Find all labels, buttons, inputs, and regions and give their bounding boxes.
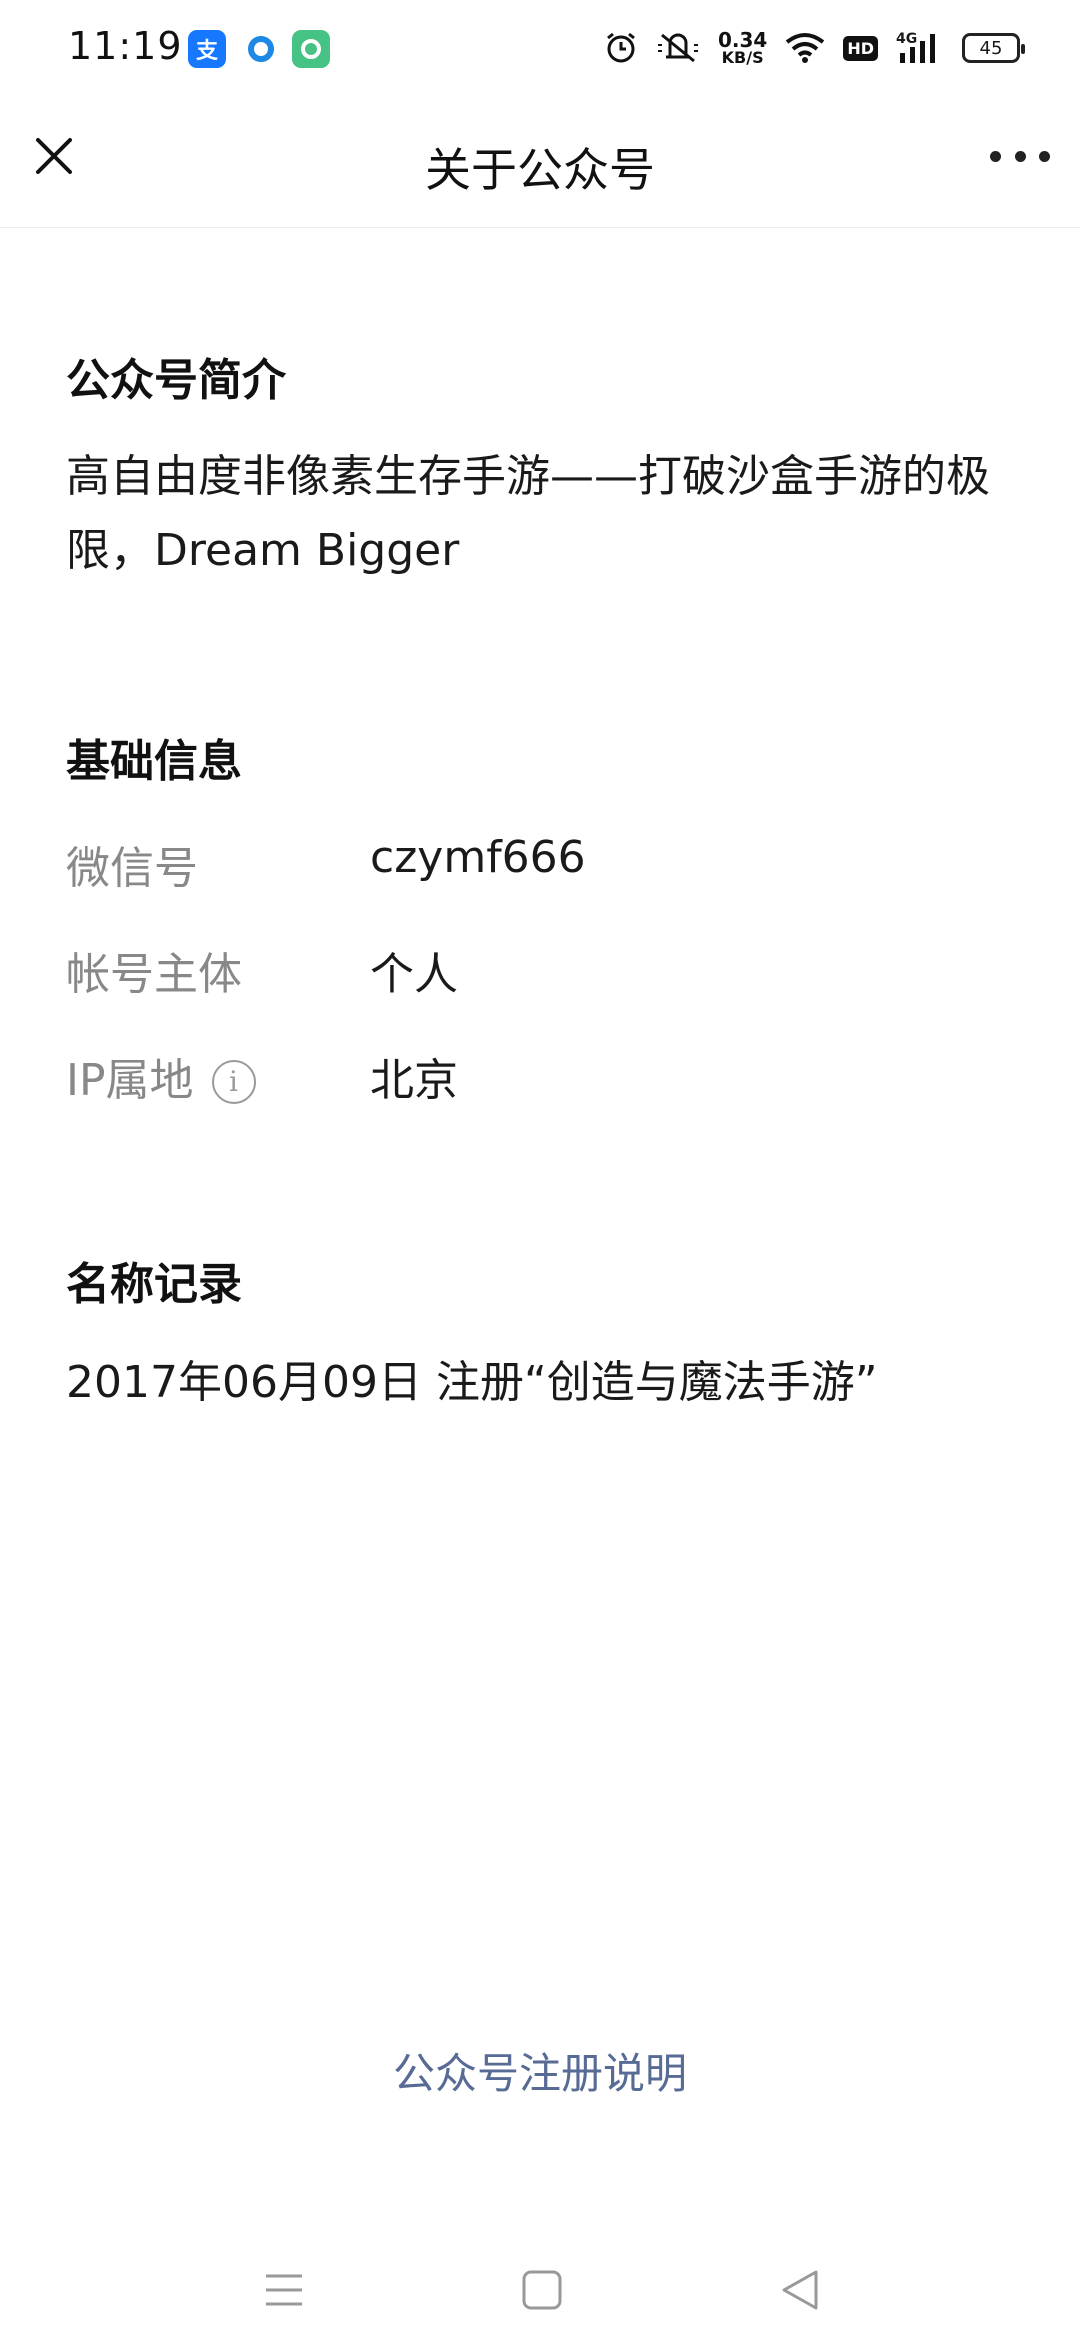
more-icon[interactable] <box>990 136 1050 176</box>
wifi-icon <box>786 33 825 63</box>
account-subject-label: 帐号主体 <box>66 949 242 1000</box>
green-app-icon <box>292 30 330 68</box>
browser-icon <box>242 30 280 68</box>
ip-location-label: IP属地 <box>66 1055 194 1106</box>
mute-icon <box>657 33 698 63</box>
status-time: 11:19 <box>68 24 183 68</box>
battery-icon: 45 <box>962 33 1025 63</box>
alipay-glyph: 支 <box>195 39 218 64</box>
signal-icon: 4G <box>896 31 944 65</box>
network-speed-unit: KB/S <box>721 48 764 67</box>
info-icon[interactable]: i <box>211 1060 256 1104</box>
status-bar: 11:19 支 0.34 KB/S HD 4G 45 <box>0 0 1080 96</box>
ip-location-value: 北京 <box>370 1055 458 1106</box>
intro-heading: 公众号简介 <box>66 355 286 406</box>
network-speed: 0.34 KB/S <box>718 30 767 66</box>
network-speed-value: 0.34 <box>717 28 768 52</box>
hd-badge: HD <box>843 35 878 61</box>
menu-icon[interactable] <box>254 2260 314 2320</box>
name-record-heading: 名称记录 <box>66 1259 242 1310</box>
system-nav-bar <box>0 2240 1080 2340</box>
basic-info-heading: 基础信息 <box>66 736 242 787</box>
alipay-icon: 支 <box>188 30 226 68</box>
back-icon[interactable] <box>770 2260 830 2320</box>
alarm-icon <box>607 32 635 63</box>
page-title: 关于公众号 <box>425 143 655 197</box>
about-official-account-page: 11:19 支 0.34 KB/S HD 4G 45 关于公众号 公众号简介 高… <box>0 0 1080 2340</box>
name-record-entry: 2017年06月09日 注册“创造与魔法手游” <box>66 1357 878 1408</box>
ip-location-label-row: IP属地 i <box>66 1044 256 1108</box>
battery-level: 45 <box>979 37 1003 59</box>
intro-text: 高自由度非像素生存手游——打破沙盒手游的极限，Dream Bigger <box>66 451 990 576</box>
nav-bar: 关于公众号 <box>0 96 1080 228</box>
registration-info-link[interactable]: 公众号注册说明 <box>0 2040 1080 2101</box>
wechat-id-value: czymf666 <box>370 832 586 883</box>
wechat-id-label: 微信号 <box>66 843 198 894</box>
account-subject-value: 个人 <box>370 949 458 1000</box>
status-indicators: 0.34 KB/S HD 4G 45 <box>604 26 1025 70</box>
home-icon[interactable] <box>512 2260 572 2320</box>
